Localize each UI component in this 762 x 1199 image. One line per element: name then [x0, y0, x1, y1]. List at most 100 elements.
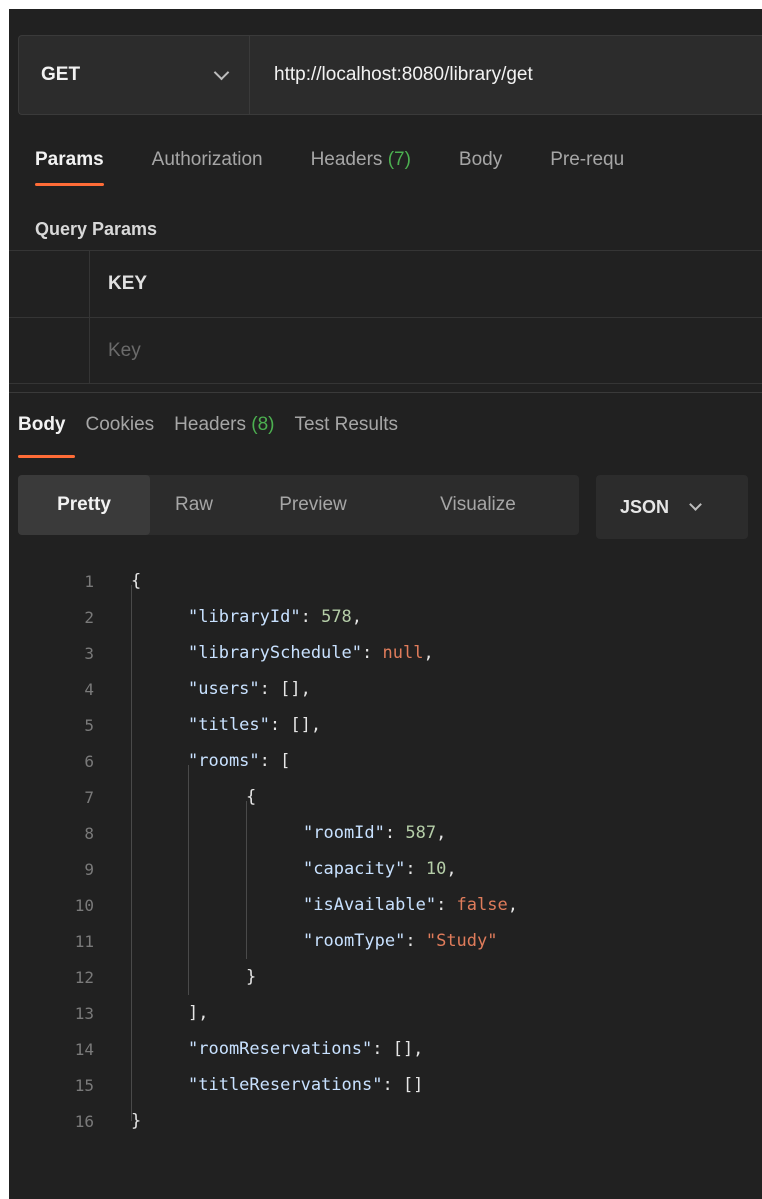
- code-token: null: [382, 643, 424, 663]
- code-token: :: [405, 859, 426, 879]
- tab-label: Body: [458, 149, 503, 170]
- code-line: 14 "roomReservations": [],: [9, 1031, 762, 1067]
- line-number: 9: [84, 859, 94, 879]
- response-tab-test-results[interactable]: Test Results: [295, 414, 398, 450]
- code-token: :: [384, 823, 406, 843]
- code-line: 13],: [9, 995, 762, 1031]
- code-token: "roomId": [303, 823, 385, 843]
- response-tab-cookies[interactable]: Cookies: [86, 414, 155, 450]
- code-token: "titles": [188, 715, 270, 735]
- tab-count-badge: (7): [387, 149, 411, 170]
- code-line: 8 "roomId": 587,: [9, 815, 762, 851]
- code-token: }: [131, 1111, 142, 1131]
- code-line: 16}: [9, 1103, 762, 1139]
- tab-params[interactable]: Params: [35, 149, 104, 186]
- code-token: :: [405, 931, 426, 951]
- code-line: 3 "librarySchedule": null,: [9, 635, 762, 671]
- query-params-title: Query Params: [35, 219, 158, 239]
- response-tab-headers[interactable]: Headers (8): [174, 414, 274, 450]
- line-number: 10: [74, 895, 94, 915]
- code-token: }: [246, 967, 257, 987]
- code-token: ],: [188, 1003, 209, 1023]
- request-tabs: Params Authorization Headers (7) Body Pre-re…: [35, 149, 672, 186]
- code-line: 10 "isAvailable": false,: [9, 887, 762, 923]
- tab-label: Body: [18, 414, 66, 435]
- code-token: "Study": [425, 931, 498, 951]
- code-token: : [: [259, 751, 291, 771]
- code-token: "capacity": [303, 859, 406, 879]
- code-token: {: [131, 571, 142, 591]
- code-token: "roomReservations": [188, 1039, 373, 1059]
- tab-label: Cookies: [85, 414, 155, 435]
- line-number: 4: [84, 679, 94, 699]
- line-number: 11: [74, 931, 94, 951]
- code-token: ,: [446, 859, 457, 879]
- code-token: 578: [321, 607, 352, 627]
- code-line: 15 "titleReservations": []: [9, 1067, 762, 1103]
- view-mode-toggle: Pretty Raw Preview Visualize: [18, 475, 579, 535]
- response-body: 1{2 "libraryId": 578, 3 "librarySchedule": …: [9, 563, 762, 1139]
- code-token: 10: [425, 859, 447, 879]
- tab-authorization[interactable]: Authorization: [152, 149, 263, 185]
- code-token: ,: [436, 823, 447, 843]
- line-number: 12: [74, 967, 94, 987]
- tab-label: Test Results: [294, 414, 398, 435]
- code-token: {: [246, 787, 257, 807]
- line-number: 6: [84, 751, 94, 771]
- response-tab-body[interactable]: Body: [18, 414, 75, 458]
- code-token: ,: [423, 643, 434, 663]
- url-input[interactable]: http://localhost:8080/library/get: [250, 64, 533, 86]
- row-checkbox[interactable]: [9, 318, 90, 383]
- format-select[interactable]: JSON: [596, 475, 748, 539]
- mode-pretty[interactable]: Pretty: [18, 475, 150, 535]
- code-token: "isAvailable": [303, 895, 437, 915]
- key-input[interactable]: Key: [90, 318, 141, 383]
- postman-window: GET http://localhost:8080/library/get Pa…: [9, 9, 762, 1199]
- checkbox-column: [9, 251, 90, 317]
- code-line: 2 "libraryId": 578,: [9, 599, 762, 635]
- code-token: 587: [405, 823, 437, 843]
- code-token: :: [362, 643, 383, 663]
- line-number: 13: [74, 1003, 94, 1023]
- mode-raw[interactable]: Raw: [150, 475, 238, 535]
- code-token: : []: [382, 1075, 424, 1095]
- code-line: 11 "roomType": "Study": [9, 923, 762, 959]
- mode-preview[interactable]: Preview: [238, 475, 388, 535]
- code-token: "titleReservations": [188, 1075, 383, 1095]
- code-token: "rooms": [188, 751, 260, 771]
- code-token: : [],: [269, 715, 322, 735]
- code-line: 12}: [9, 959, 762, 995]
- code-line: 4 "users": [],: [9, 671, 762, 707]
- code-token: ,: [507, 895, 518, 915]
- tab-pre-requ[interactable]: Pre-requ: [550, 149, 624, 185]
- query-params-table: KEY Key: [9, 250, 762, 384]
- code-line: 9 "capacity": 10,: [9, 851, 762, 887]
- method-select[interactable]: GET: [19, 36, 250, 114]
- pane-divider[interactable]: [9, 392, 762, 393]
- line-number: 14: [74, 1039, 94, 1059]
- line-number: 7: [84, 787, 94, 807]
- line-number: 16: [74, 1111, 94, 1131]
- tab-label: Params: [35, 149, 104, 170]
- code-token: "roomType": [303, 931, 406, 951]
- mode-visualize[interactable]: Visualize: [388, 475, 568, 535]
- code-line: 1{: [9, 563, 762, 599]
- code-token: "users": [188, 679, 260, 699]
- code-line: 5 "titles": [],: [9, 707, 762, 743]
- tab-label: Authorization: [151, 149, 263, 170]
- tab-headers[interactable]: Headers (7): [311, 149, 411, 185]
- line-number: 15: [74, 1075, 94, 1095]
- code-token: "librarySchedule": [188, 643, 362, 663]
- code-token: ,: [351, 607, 363, 627]
- code-token: : [],: [372, 1039, 424, 1059]
- tab-body[interactable]: Body: [459, 149, 502, 185]
- line-number: 1: [84, 571, 94, 591]
- code-line: 7{: [9, 779, 762, 815]
- tab-label: Headers: [310, 149, 388, 170]
- column-header-key: KEY: [108, 273, 148, 294]
- chevron-down-icon: [213, 64, 230, 80]
- line-number: 8: [84, 823, 94, 843]
- method-label: GET: [41, 64, 81, 85]
- code-token: :: [300, 607, 322, 627]
- request-bar: GET http://localhost:8080/library/get: [18, 35, 762, 115]
